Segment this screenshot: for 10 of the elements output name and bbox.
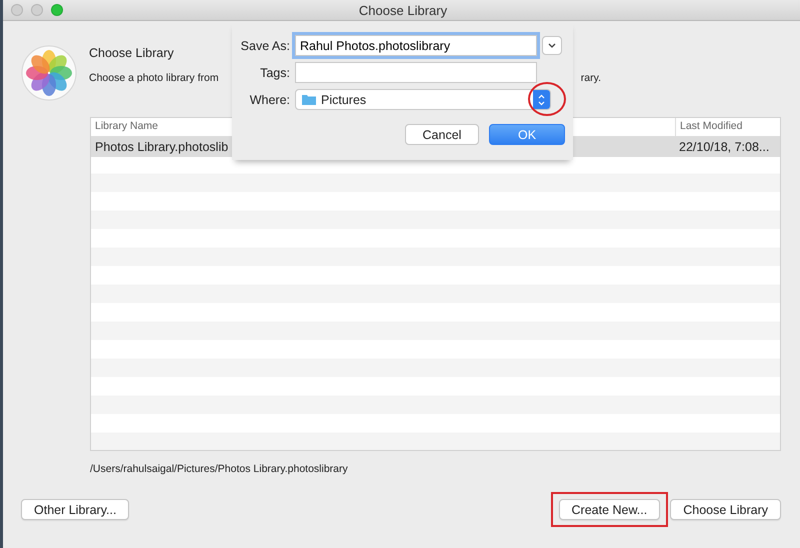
table-cell-text: 22/10/18, 7:08... xyxy=(678,139,770,156)
description-text: rary. xyxy=(580,72,601,84)
field-label: Where: xyxy=(248,92,290,106)
window-title: Choose Library xyxy=(358,2,448,18)
description-text: Choose a photo library from xyxy=(89,72,219,84)
field-label: Tags: xyxy=(259,66,290,80)
dialog-heading: Choose Library xyxy=(89,46,174,60)
library-path: /Users/rahulsaigal/Pictures/Photos Library.photoslibrary xyxy=(90,463,348,475)
field-label: Save As: xyxy=(240,38,290,52)
table-cell-text: Photos Library.photoslib xyxy=(94,139,230,156)
